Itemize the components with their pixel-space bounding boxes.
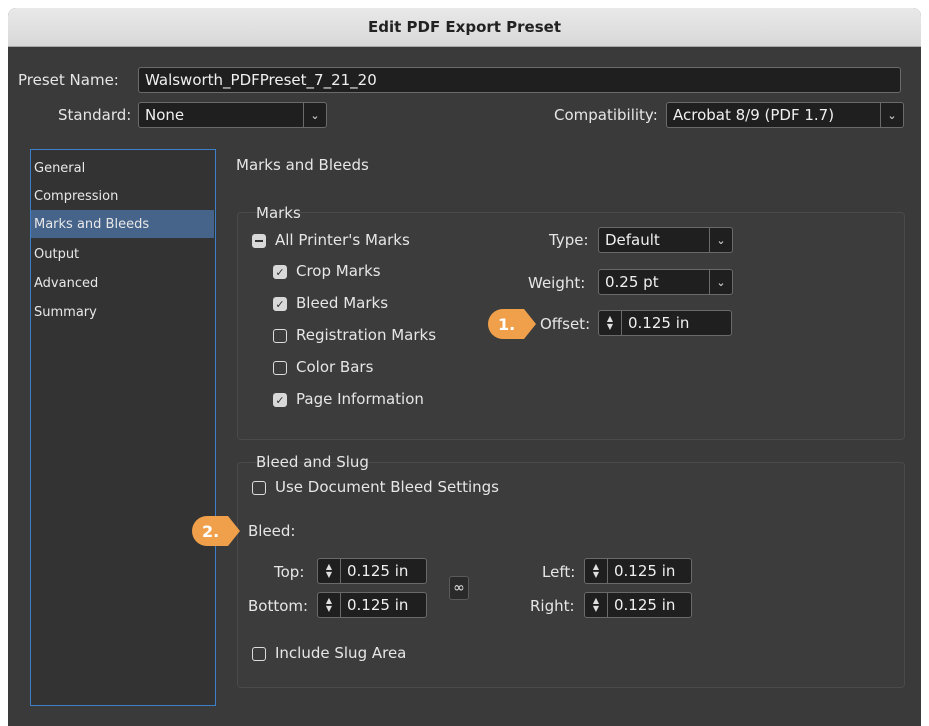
- pdf-export-dialog: Edit PDF Export Preset Preset Name: Wals…: [8, 8, 921, 726]
- bleed-marks-label: Bleed Marks: [296, 294, 389, 312]
- offset-label: Offset:: [540, 315, 591, 333]
- category-sidebar: General Compression Marks and Bleeds Out…: [30, 149, 216, 706]
- offset-stepper[interactable]: ▲ ▼ 0.125 in: [598, 310, 732, 336]
- type-value: Default: [605, 231, 660, 249]
- sidebar-item-label: Output: [34, 246, 80, 262]
- bleed-right-value: 0.125 in: [614, 596, 676, 614]
- stepper-arrows-icon[interactable]: ▲ ▼: [318, 593, 341, 617]
- compatibility-value: Acrobat 8/9 (PDF 1.7): [673, 106, 835, 124]
- weight-label: Weight:: [528, 274, 586, 292]
- bleed-top-value: 0.125 in: [347, 562, 409, 580]
- include-slug-checkbox[interactable]: [252, 647, 266, 661]
- bleed-right-label: Right:: [530, 597, 575, 615]
- sidebar-item-general[interactable]: General: [31, 154, 214, 182]
- chain-link-icon[interactable]: ∞: [449, 576, 469, 600]
- sidebar-item-label: Marks and Bleeds: [34, 216, 150, 232]
- bleed-marks-checkbox[interactable]: ✓: [273, 297, 287, 311]
- callout-number: 2.: [202, 521, 220, 541]
- include-slug-label: Include Slug Area: [275, 644, 407, 662]
- bleed-left-value: 0.125 in: [614, 562, 676, 580]
- compatibility-label: Compatibility:: [554, 106, 658, 124]
- use-document-bleed-label: Use Document Bleed Settings: [275, 478, 499, 496]
- bleed-slug-group-title: Bleed and Slug: [256, 453, 369, 471]
- chevron-down-icon: ⌄: [880, 103, 903, 127]
- bleed-bottom-stepper[interactable]: ▲ ▼ 0.125 in: [317, 592, 427, 618]
- callout-badge-1: 1.: [488, 309, 536, 339]
- page-information-checkbox[interactable]: ✓: [273, 393, 287, 407]
- bleed-right-stepper[interactable]: ▲ ▼ 0.125 in: [584, 592, 692, 618]
- use-document-bleed-checkbox[interactable]: [252, 481, 266, 495]
- standard-select[interactable]: None ⌄: [138, 102, 327, 128]
- registration-marks-label: Registration Marks: [296, 326, 437, 344]
- bleed-bottom-label: Bottom:: [248, 597, 309, 615]
- all-printers-marks-checkbox[interactable]: [252, 234, 266, 248]
- chevron-down-icon: ⌄: [709, 228, 732, 252]
- type-select[interactable]: Default ⌄: [598, 227, 733, 253]
- chevron-down-icon: ⌄: [303, 103, 326, 127]
- color-bars-checkbox[interactable]: [273, 361, 287, 375]
- all-printers-marks-label: All Printer's Marks: [275, 231, 410, 249]
- sidebar-item-summary[interactable]: Summary: [31, 298, 214, 326]
- bleed-top-stepper[interactable]: ▲ ▼ 0.125 in: [317, 558, 427, 584]
- compatibility-select[interactable]: Acrobat 8/9 (PDF 1.7) ⌄: [666, 102, 904, 128]
- section-title: Marks and Bleeds: [236, 156, 369, 174]
- dialog-title-bar: Edit PDF Export Preset: [8, 8, 921, 47]
- page-information-label: Page Information: [296, 390, 424, 408]
- registration-marks-checkbox[interactable]: [273, 329, 287, 343]
- stepper-arrows-icon[interactable]: ▲ ▼: [585, 593, 608, 617]
- sidebar-item-label: Advanced: [34, 275, 99, 291]
- callout-number: 1.: [498, 314, 516, 334]
- weight-select[interactable]: 0.25 pt ⌄: [598, 269, 733, 295]
- bleed-bottom-value: 0.125 in: [347, 596, 409, 614]
- marks-group-title: Marks: [256, 204, 301, 222]
- crop-marks-label: Crop Marks: [296, 262, 381, 280]
- type-label: Type:: [549, 231, 589, 249]
- sidebar-item-compression[interactable]: Compression: [31, 182, 214, 210]
- bleed-left-label: Left:: [542, 563, 576, 581]
- bleed-top-label: Top:: [274, 563, 305, 581]
- sidebar-item-marks-and-bleeds[interactable]: Marks and Bleeds: [31, 210, 214, 238]
- standard-label: Standard:: [58, 106, 132, 124]
- sidebar-item-output[interactable]: Output: [31, 240, 214, 268]
- preset-name-input[interactable]: Walsworth_PDFPreset_7_21_20: [138, 67, 901, 93]
- bleed-left-stepper[interactable]: ▲ ▼ 0.125 in: [584, 558, 692, 584]
- stepper-arrows-icon[interactable]: ▲ ▼: [599, 311, 622, 335]
- crop-marks-checkbox[interactable]: ✓: [273, 265, 287, 279]
- bleed-label: Bleed:: [248, 522, 296, 540]
- dialog-title: Edit PDF Export Preset: [367, 18, 562, 36]
- offset-value: 0.125 in: [628, 314, 690, 332]
- stepper-arrows-icon[interactable]: ▲ ▼: [585, 559, 608, 583]
- color-bars-label: Color Bars: [296, 358, 374, 376]
- preset-name-label: Preset Name:: [18, 71, 119, 89]
- stepper-arrows-icon[interactable]: ▲ ▼: [318, 559, 341, 583]
- callout-badge-2: 2.: [192, 516, 240, 546]
- preset-name-value: Walsworth_PDFPreset_7_21_20: [145, 71, 377, 89]
- standard-value: None: [145, 106, 185, 124]
- sidebar-item-label: General: [34, 160, 86, 176]
- sidebar-item-label: Compression: [34, 188, 119, 204]
- sidebar-item-label: Summary: [34, 304, 97, 320]
- weight-value: 0.25 pt: [605, 273, 659, 291]
- sidebar-item-advanced[interactable]: Advanced: [31, 269, 214, 297]
- chevron-down-icon: ⌄: [709, 270, 732, 294]
